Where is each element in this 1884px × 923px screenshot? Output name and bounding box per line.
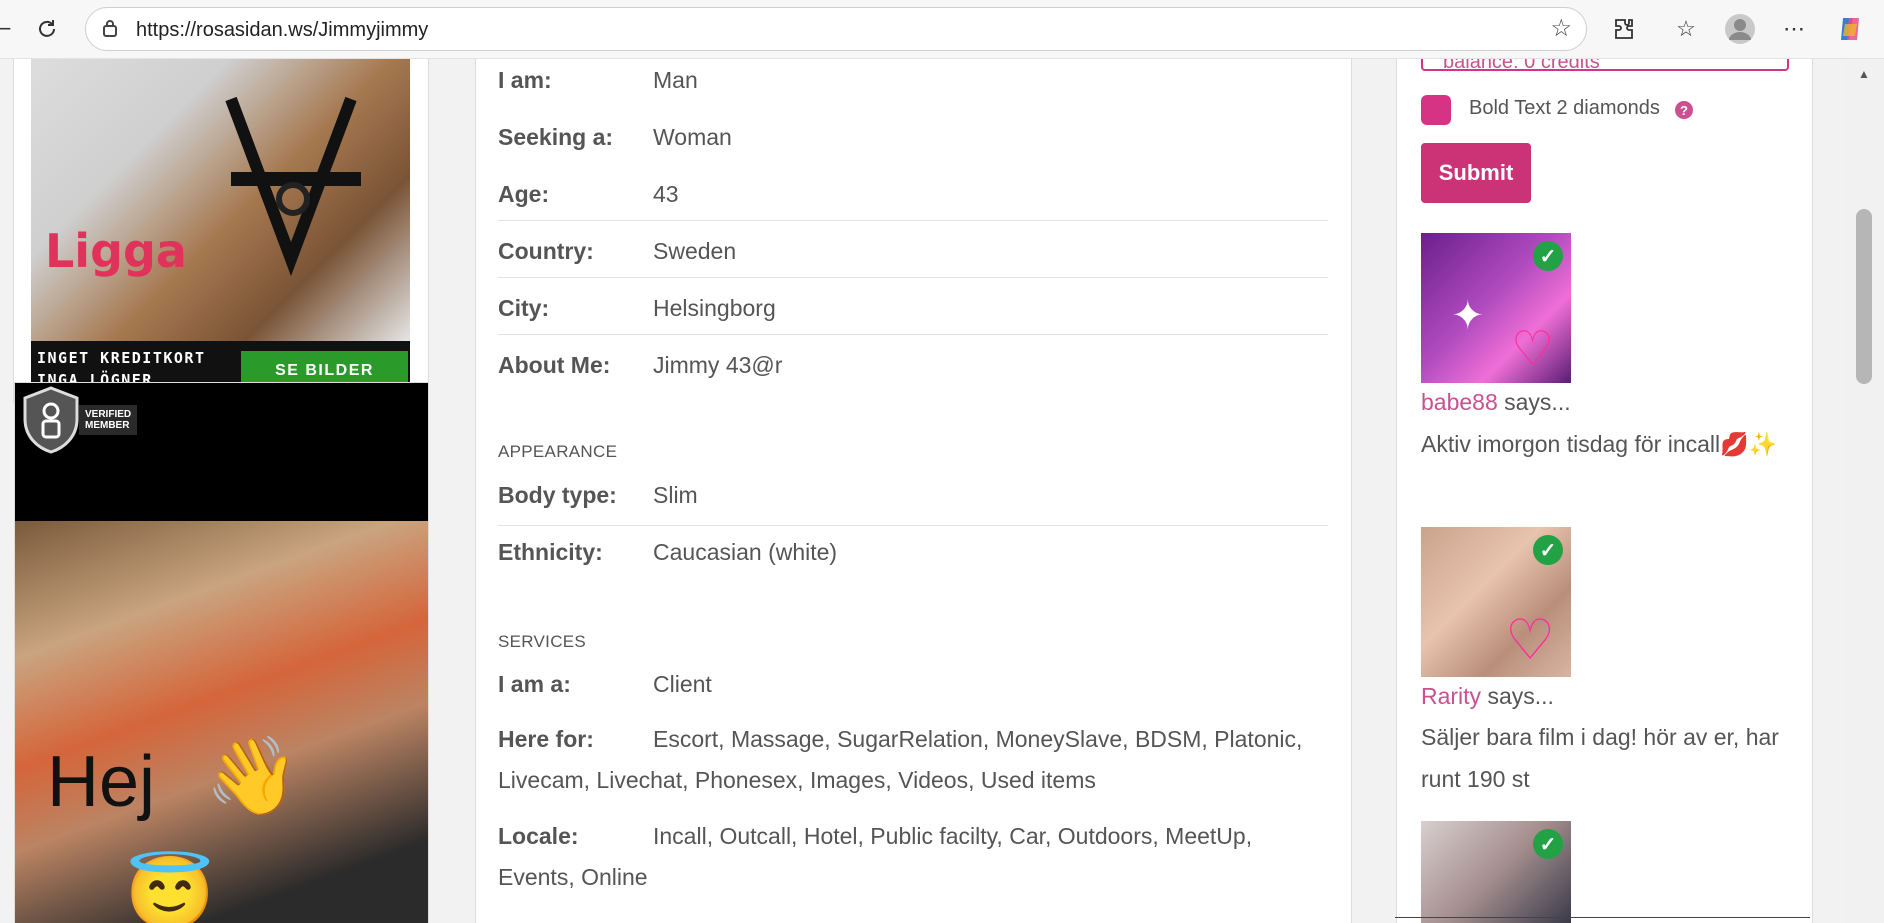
post-author-line: babe88 says... [1421, 389, 1571, 416]
verified-label-2: MEMBER [85, 420, 130, 431]
services-heading: SERVICES [498, 632, 587, 651]
value: Helsingborg [653, 295, 776, 321]
address-bar[interactable]: https://rosasidan.ws/Jimmyjimmy ☆ [85, 7, 1587, 51]
extensions-icon[interactable] [1607, 12, 1641, 46]
post-thumbnail[interactable]: ✓ [1421, 821, 1571, 923]
post-username[interactable]: Rarity [1421, 683, 1481, 709]
post-thumbnail[interactable]: ♡ ✓ [1421, 527, 1571, 677]
bold-text-label: Bold Text 2 diamonds [1469, 97, 1660, 119]
shield-icon [23, 386, 79, 454]
verified-check-icon: ✓ [1533, 241, 1563, 271]
page-content: Ligga INGET KREDITKORT INGA LÖGNER SE BI… [0, 59, 1884, 923]
profile-avatar[interactable] [1723, 12, 1757, 46]
divider [498, 220, 1328, 221]
sparkle-icon: ✦ [1451, 294, 1485, 338]
ad-line-1: INGET KREDITKORT [37, 349, 206, 367]
post-message: Säljer bara film i dag! hör av er, har r… [1421, 724, 1779, 792]
verified-label-1: VERIFIED [85, 409, 132, 420]
favorites-icon[interactable]: ☆ [1669, 12, 1703, 46]
profile-row-herefor: Here for: Escort, Massage, SugarRelation,… [498, 719, 1328, 801]
sidebar-card: balance: 0 credits Bold Text 2 diamonds … [1396, 59, 1813, 923]
waving-hand-icon: 👋 [205, 734, 300, 819]
appearance-heading: APPEARANCE [498, 442, 618, 461]
url-text: https://rosasidan.ws/Jimmyjimmy [136, 19, 429, 41]
browser-toolbar: − https://rosasidan.ws/Jimmyjimmy ☆ ☆ ⋯ [0, 0, 1884, 59]
textarea-text: balance: 0 credits [1443, 59, 1600, 71]
post-username[interactable]: babe88 [1421, 389, 1498, 415]
value: Sweden [653, 238, 737, 264]
label: Age: [498, 181, 550, 207]
page-gutter-line [1395, 917, 1810, 918]
heart-icon: ♡ [1505, 608, 1556, 671]
profile-details-card: I am: Man Seeking a: Woman Age: 43 Count… [475, 59, 1352, 923]
heart-icon: ♡ [1511, 323, 1555, 376]
value: Woman [653, 124, 732, 150]
ad-banner-bottom[interactable]: VERIFIED MEMBER Hej 👋 😇 [14, 382, 429, 923]
ad-brand-text: Ligga [45, 224, 187, 278]
label: I am: [498, 67, 552, 93]
value: Man [653, 67, 698, 93]
copilot-icon[interactable] [1833, 12, 1867, 46]
ad-cta-label: SE BILDER [275, 362, 374, 379]
label: Country: [498, 238, 594, 264]
value: 43 [653, 181, 679, 207]
post-message: Aktiv imorgon tisdag för incall💋✨ [1421, 431, 1778, 457]
ad-photo-bottom[interactable]: Hej 👋 😇 [15, 521, 428, 923]
value: Slim [653, 482, 698, 508]
help-icon[interactable]: ? [1675, 101, 1693, 119]
favorite-star-icon[interactable]: ☆ [1550, 14, 1572, 43]
angel-emoji-icon: 😇 [125, 854, 215, 923]
verified-check-icon: ✓ [1533, 535, 1563, 565]
label: Here for: [498, 726, 594, 752]
label: Ethnicity: [498, 539, 603, 565]
bold-text-checkbox[interactable] [1421, 95, 1451, 125]
verified-badge: VERIFIED MEMBER [19, 385, 139, 455]
label: City: [498, 295, 550, 321]
profile-row-locale: Locale: Incall, Outcall, Hotel, Public fa… [498, 816, 1328, 898]
back-icon[interactable]: − [0, 12, 22, 46]
more-menu-icon[interactable]: ⋯ [1777, 12, 1811, 46]
post-says: says... [1497, 389, 1571, 415]
label: About Me: [498, 352, 611, 378]
ad-banner-top[interactable]: Ligga INGET KREDITKORT INGA LÖGNER SE BI… [13, 59, 429, 403]
value: Jimmy 43@r [653, 352, 783, 378]
label: Body type: [498, 482, 617, 508]
value: Caucasian (white) [653, 539, 838, 565]
scrollbar-thumb[interactable] [1856, 209, 1872, 384]
page-scrollbar[interactable]: ▲ [1846, 59, 1884, 923]
ad-image-top[interactable]: Ligga [31, 59, 410, 341]
value: Client [653, 671, 712, 697]
label: Seeking a: [498, 124, 614, 150]
label: I am a: [498, 671, 571, 697]
greeting-text: Hej [47, 742, 156, 822]
post-says: says... [1481, 683, 1554, 709]
label: Locale: [498, 823, 579, 849]
divider [498, 334, 1328, 335]
site-info-icon[interactable] [100, 18, 120, 43]
divider [498, 525, 1328, 526]
refresh-icon[interactable] [30, 12, 64, 46]
verified-check-icon: ✓ [1533, 829, 1563, 859]
scroll-up-icon[interactable]: ▲ [1858, 67, 1870, 81]
post-author-line: Rarity says... [1421, 683, 1554, 710]
post-textarea[interactable]: balance: 0 credits [1421, 59, 1789, 71]
divider [498, 277, 1328, 278]
post-thumbnail[interactable]: ✦ ♡ ✓ [1421, 233, 1571, 383]
submit-button[interactable]: Submit [1421, 143, 1531, 203]
